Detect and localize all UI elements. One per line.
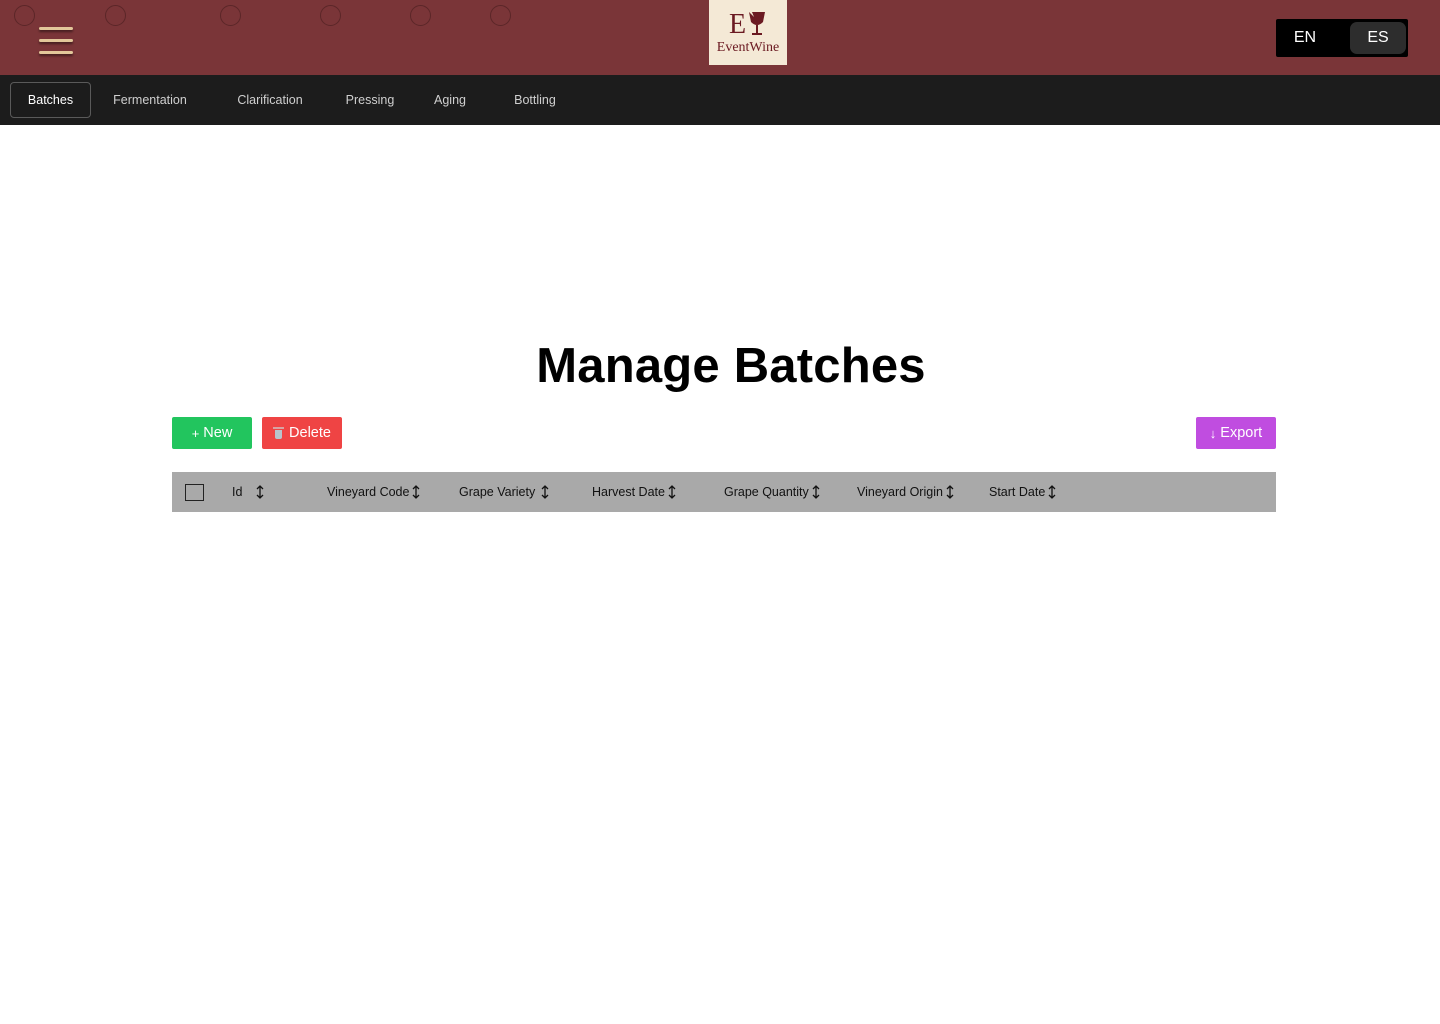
decorative-ring [490, 5, 511, 26]
column-label: Grape Quantity [724, 485, 809, 499]
table-header: Id Vineyard Code Grape Variety Harvest D… [172, 472, 1276, 512]
app-logo: E EventWine [709, 0, 787, 65]
tab-fermentation[interactable]: Fermentation [104, 82, 196, 118]
new-button-label: New [203, 425, 233, 441]
column-header-harvest-date[interactable]: Harvest Date [592, 472, 676, 512]
page-title: Manage Batches [536, 339, 926, 393]
decorative-ring [320, 5, 341, 26]
decorative-ring [220, 5, 241, 26]
decorative-ring [14, 5, 35, 26]
column-label: Id [232, 485, 243, 499]
sort-icon [668, 485, 676, 499]
decorative-ring [410, 5, 431, 26]
download-arrow-icon: ↓ [1209, 425, 1217, 441]
export-button[interactable]: ↓ Export [1196, 417, 1276, 449]
column-header-vineyard-code[interactable]: Vineyard Code [327, 472, 420, 512]
delete-button-label: Delete [289, 425, 331, 441]
column-label: Grape Variety [459, 485, 536, 499]
column-header-grape-quantity[interactable]: Grape Quantity [724, 472, 820, 512]
column-label: Vineyard Code [327, 485, 410, 499]
column-header-vineyard-origin[interactable]: Vineyard Origin [857, 472, 954, 512]
plus-icon: + [191, 425, 200, 441]
tab-batches[interactable]: Batches [10, 82, 91, 118]
tab-clarification[interactable]: Clarification [226, 82, 314, 118]
sort-icon [1048, 485, 1056, 499]
column-header-grape-variety[interactable]: Grape Variety [459, 472, 549, 512]
column-label: Start Date [989, 485, 1046, 499]
app-header: E EventWine EN ES [0, 0, 1440, 75]
wine-glass-icon [749, 12, 766, 35]
sort-icon [946, 485, 954, 499]
main-nav: Batches Fermentation Clarification Press… [0, 75, 1440, 125]
select-all-checkbox[interactable] [185, 484, 204, 501]
column-label: Vineyard Origin [857, 485, 943, 499]
delete-button[interactable]: Delete [262, 417, 342, 449]
tab-aging[interactable]: Aging [425, 82, 475, 118]
language-en-button[interactable]: EN [1277, 22, 1333, 54]
logo-text: EventWine [716, 40, 780, 55]
language-es-button[interactable]: ES [1350, 22, 1406, 54]
sort-icon [256, 485, 264, 499]
tab-pressing[interactable]: Pressing [336, 82, 404, 118]
column-header-id[interactable]: Id [232, 472, 264, 512]
column-label: Harvest Date [592, 485, 665, 499]
logo-letter: E [728, 9, 747, 40]
sort-icon [413, 485, 420, 499]
new-button[interactable]: + New [172, 417, 252, 449]
decorative-ring [105, 5, 126, 26]
export-button-label: Export [1220, 425, 1263, 441]
language-switcher: EN ES [1276, 19, 1408, 57]
sort-icon [812, 485, 820, 499]
column-header-start-date[interactable]: Start Date [989, 472, 1056, 512]
tab-bottling[interactable]: Bottling [503, 82, 567, 118]
trash-icon [273, 426, 285, 440]
sort-icon [541, 485, 549, 499]
menu-icon[interactable] [39, 24, 75, 60]
